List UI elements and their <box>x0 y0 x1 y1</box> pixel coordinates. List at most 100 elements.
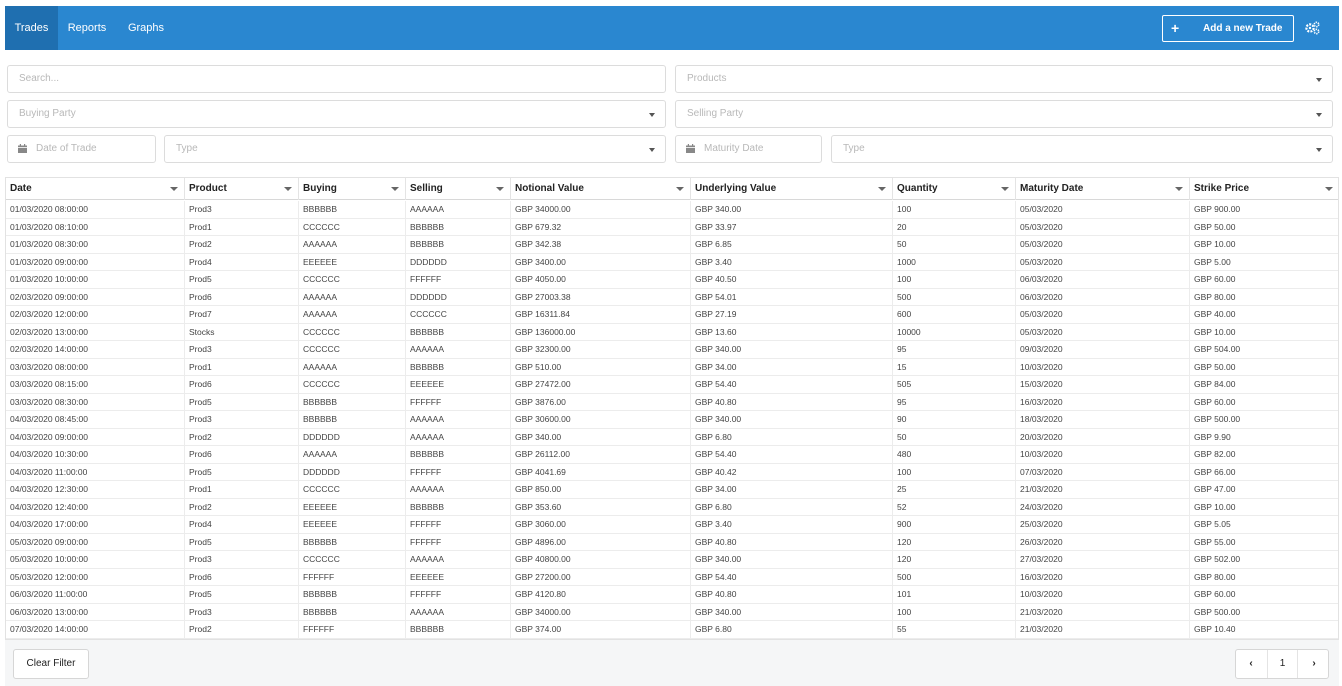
column-menu-icon[interactable] <box>1001 187 1009 191</box>
table-row[interactable]: 04/03/2020 09:00:00 Prod2 DDDDDD AAAAAA GBP … <box>6 428 1338 446</box>
table-row[interactable]: 02/03/2020 13:00:00 Stocks CCCCCC BBBBBB GBP… <box>6 323 1338 341</box>
cell-date: 02/03/2020 12:00:00 <box>6 306 185 323</box>
column-menu-icon[interactable] <box>170 187 178 191</box>
column-header-date[interactable]: Date <box>6 178 185 200</box>
cell-strike-price: GBP 10.00 <box>1190 499 1338 516</box>
column-menu-icon[interactable] <box>284 187 292 191</box>
table-row[interactable]: 02/03/2020 09:00:00 Prod6 AAAAAA DDDDDD GBP … <box>6 288 1338 306</box>
cell-notional-value: GBP 34000.00 <box>511 603 691 621</box>
cell-strike-price: GBP 80.00 <box>1190 569 1338 586</box>
cell-date: 03/03/2020 08:15:00 <box>6 376 185 393</box>
cell-underlying-value: GBP 340.00 <box>691 603 893 621</box>
table-row[interactable]: 01/03/2020 09:00:00 Prod4 EEEEEE DDDDDD GBP … <box>6 253 1338 271</box>
cell-selling: BBBBBB <box>406 498 511 516</box>
cell-buying: DDDDDD <box>299 463 406 481</box>
pagination: ‹ 1 › <box>1235 649 1329 679</box>
search-input[interactable]: Search... <box>7 65 666 93</box>
column-header-label: Date <box>10 183 32 194</box>
cell-notional-value: GBP 27472.00 <box>511 376 691 393</box>
table-row[interactable]: 03/03/2020 08:30:00 Prod5 BBBBBB FFFFFF GBP … <box>6 393 1338 411</box>
cell-strike-price: GBP 10.00 <box>1190 236 1338 253</box>
column-menu-icon[interactable] <box>391 187 399 191</box>
cell-selling: DDDDDD <box>406 288 511 306</box>
cell-notional-value: GBP 340.00 <box>511 428 691 446</box>
table-row[interactable]: 02/03/2020 12:00:00 Prod7 AAAAAA CCCCCC GBP … <box>6 306 1338 324</box>
cell-buying: CCCCCC <box>299 376 406 393</box>
column-header-quantity[interactable]: Quantity <box>893 178 1016 200</box>
maturity-date-input[interactable]: Maturity Date <box>675 135 822 163</box>
table-row[interactable]: 01/03/2020 08:00:00 Prod3 BBBBBB AAAAAA GBP … <box>6 201 1338 219</box>
column-header-selling[interactable]: Selling <box>406 178 511 200</box>
column-header-buying[interactable]: Buying <box>299 178 406 200</box>
cell-buying: AAAAAA <box>299 446 406 463</box>
clear-filter-button[interactable]: Clear Filter <box>13 649 89 679</box>
column-header-product[interactable]: Product <box>185 178 299 200</box>
cell-strike-price: GBP 60.00 <box>1190 394 1338 411</box>
column-menu-icon[interactable] <box>1325 187 1333 191</box>
cell-product: Prod6 <box>185 376 299 393</box>
column-header-underlying-value[interactable]: Underlying Value <box>691 178 893 200</box>
table-row[interactable]: 04/03/2020 12:40:00 Prod2 EEEEEE BBBBBB GBP … <box>6 498 1338 516</box>
next-page-button[interactable]: › <box>1299 650 1329 678</box>
maturity-type-select[interactable]: Type <box>831 135 1333 163</box>
column-header-strike-price[interactable]: Strike Price <box>1190 178 1338 200</box>
cell-strike-price: GBP 82.00 <box>1190 446 1338 463</box>
column-menu-icon[interactable] <box>496 187 504 191</box>
cell-maturity-date: 05/03/2020 <box>1016 201 1190 218</box>
column-header-label: Quantity <box>897 183 938 194</box>
cell-buying: AAAAAA <box>299 236 406 253</box>
cell-date: 05/03/2020 10:00:00 <box>6 551 185 568</box>
gears-icon[interactable] <box>1303 19 1321 37</box>
cell-product: Prod2 <box>185 621 299 638</box>
cell-notional-value: GBP 34000.00 <box>511 201 691 218</box>
cell-date: 04/03/2020 17:00:00 <box>6 516 185 533</box>
table-row[interactable]: 05/03/2020 12:00:00 Prod6 FFFFFF EEEEEE GBP … <box>6 568 1338 586</box>
cell-maturity-date: 05/03/2020 <box>1016 306 1190 323</box>
cell-product: Prod5 <box>185 533 299 551</box>
page-number-button[interactable]: 1 <box>1267 650 1298 678</box>
table-row[interactable]: 05/03/2020 09:00:00 Prod5 BBBBBB FFFFFF GBP … <box>6 533 1338 551</box>
table-row[interactable]: 01/03/2020 10:00:00 Prod5 CCCCCC FFFFFF GBP … <box>6 271 1338 289</box>
table-row[interactable]: 06/03/2020 13:00:00 Prod3 BBBBBB AAAAAA GBP … <box>6 603 1338 621</box>
buying-party-select[interactable]: Buying Party <box>7 100 666 128</box>
products-select[interactable]: Products <box>675 65 1333 93</box>
column-menu-icon[interactable] <box>878 187 886 191</box>
table-row[interactable]: 02/03/2020 14:00:00 Prod3 CCCCCC AAAAAA GBP … <box>6 341 1338 359</box>
column-menu-icon[interactable] <box>1175 187 1183 191</box>
date-of-trade-input[interactable]: Date of Trade <box>7 135 156 163</box>
tab-trades[interactable]: Trades <box>5 6 58 50</box>
table-row[interactable]: 05/03/2020 10:00:00 Prod3 CCCCCC AAAAAA GBP … <box>6 551 1338 569</box>
table-row[interactable]: 03/03/2020 08:15:00 Prod6 CCCCCC EEEEEE GBP … <box>6 376 1338 394</box>
table-row[interactable]: 04/03/2020 12:30:00 Prod1 CCCCCC AAAAAA GBP … <box>6 481 1338 499</box>
previous-page-button[interactable]: ‹ <box>1236 650 1266 678</box>
tab-graphs[interactable]: Graphs <box>121 6 171 50</box>
table-row[interactable]: 04/03/2020 10:30:00 Prod6 AAAAAA BBBBBB GBP … <box>6 446 1338 464</box>
column-header-notional-value[interactable]: Notional Value <box>511 178 691 200</box>
table-row[interactable]: 01/03/2020 08:10:00 Prod1 CCCCCC BBBBBB GBP … <box>6 218 1338 236</box>
table-row[interactable]: 04/03/2020 08:45:00 Prod3 BBBBBB AAAAAA GBP … <box>6 411 1338 429</box>
table-row[interactable]: 07/03/2020 14:00:00 Prod2 FFFFFF BBBBBB GBP … <box>6 621 1338 639</box>
cell-selling: AAAAAA <box>406 603 511 621</box>
cell-underlying-value: GBP 3.40 <box>691 516 893 533</box>
table-row[interactable]: 06/03/2020 11:00:00 Prod5 BBBBBB FFFFFF GBP … <box>6 586 1338 604</box>
selling-party-select[interactable]: Selling Party <box>675 100 1333 128</box>
cell-underlying-value: GBP 6.85 <box>691 236 893 253</box>
trade-type-select[interactable]: Type <box>164 135 666 163</box>
column-header-maturity-date[interactable]: Maturity Date <box>1016 178 1190 200</box>
cell-maturity-date: 26/03/2020 <box>1016 533 1190 551</box>
cell-date: 04/03/2020 08:45:00 <box>6 411 185 428</box>
search-placeholder: Search... <box>19 73 60 84</box>
add-new-trade-button[interactable]: + Add a new Trade <box>1162 15 1294 42</box>
cell-selling: FFFFFF <box>406 533 511 551</box>
tab-reports[interactable]: Reports <box>62 6 112 50</box>
cell-notional-value: GBP 27200.00 <box>511 568 691 586</box>
column-header-label: Strike Price <box>1194 183 1250 194</box>
cell-quantity: 600 <box>893 306 1016 323</box>
cell-strike-price: GBP 40.00 <box>1190 306 1338 323</box>
table-row[interactable]: 03/03/2020 08:00:00 Prod1 AAAAAA BBBBBB GBP … <box>6 358 1338 376</box>
table-row[interactable]: 04/03/2020 17:00:00 Prod4 EEEEEE FFFFFF GBP … <box>6 516 1338 534</box>
table-row[interactable]: 04/03/2020 11:00:00 Prod5 DDDDDD FFFFFF GBP … <box>6 463 1338 481</box>
column-menu-icon[interactable] <box>676 187 684 191</box>
table-row[interactable]: 01/03/2020 08:30:00 Prod2 AAAAAA BBBBBB GBP … <box>6 236 1338 254</box>
cell-buying: AAAAAA <box>299 358 406 376</box>
